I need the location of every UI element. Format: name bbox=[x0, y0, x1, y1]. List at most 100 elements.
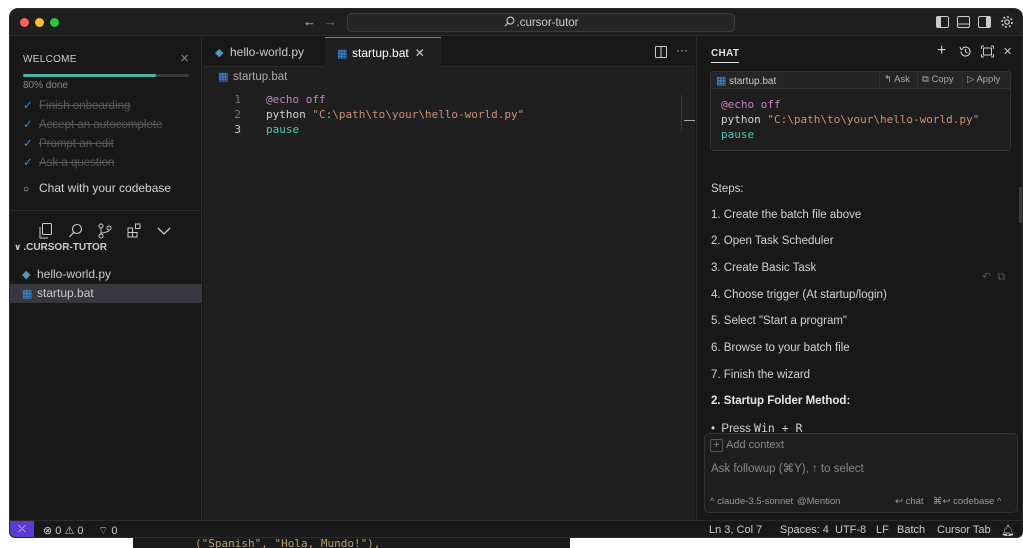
copy-icon: ⧉ bbox=[922, 74, 929, 85]
chat-panel-title: CHAT bbox=[711, 48, 740, 63]
code-line[interactable]: 2 python "C:\path\to\your\hello-world.py" bbox=[203, 107, 673, 122]
file-item-hello-world[interactable]: ◆ hello-world.py bbox=[10, 265, 202, 284]
error-icon: ⊗ bbox=[43, 525, 53, 537]
windows-file-icon: ▦ bbox=[716, 75, 727, 87]
windows-file-icon: ▦ bbox=[22, 288, 33, 300]
cursor-position[interactable]: Ln 3, Col 7 bbox=[709, 524, 762, 536]
problems-indicator[interactable]: ⊗ 0 ⚠ 0 bbox=[43, 524, 84, 537]
code-suggestion-block: ▦ startup.bat ↰ Ask ⧉ Copy ▷ Apply @echo … bbox=[710, 71, 1011, 151]
add-context-button[interactable]: + Add context bbox=[710, 439, 784, 452]
split-editor-icon[interactable] bbox=[655, 46, 667, 58]
steps-heading: Steps: bbox=[711, 183, 744, 195]
toggle-secondary-sidebar-icon[interactable] bbox=[978, 16, 991, 28]
explorer-files-icon[interactable] bbox=[39, 223, 53, 239]
ports-indicator[interactable]: ⌔ 0 bbox=[98, 524, 118, 537]
breadcrumb[interactable]: ▦ startup.bat bbox=[218, 70, 287, 83]
extensions-icon[interactable] bbox=[127, 223, 142, 238]
step-item: 6. Browse to your batch file bbox=[711, 342, 850, 354]
method-heading: 2. Startup Folder Method: bbox=[711, 395, 851, 407]
ide-window: ← → .cursor-tutor WELCOME ✕ 80% done ✓ Fi… bbox=[9, 8, 1023, 538]
code-token: @echo bbox=[721, 98, 755, 111]
line-ending-setting[interactable]: LF bbox=[876, 524, 889, 536]
code-token: "C:\path\to\your\hello-world.py" bbox=[312, 108, 525, 121]
copy-button[interactable]: ⧉ Copy bbox=[917, 72, 958, 88]
zoom-window-button[interactable] bbox=[50, 18, 59, 27]
background-code-peek: ("Spanish", "Hola, Mundo!"), bbox=[195, 537, 381, 548]
code-line[interactable]: 1 @echo off bbox=[203, 92, 673, 107]
code-block-header: ▦ startup.bat ↰ Ask ⧉ Copy ▷ Apply bbox=[711, 72, 1010, 89]
chevron-down-icon[interactable] bbox=[157, 227, 171, 236]
message-actions: ↶ ⧉ bbox=[982, 270, 1005, 284]
minimize-window-button[interactable] bbox=[35, 18, 44, 27]
close-icon[interactable]: ✕ bbox=[415, 46, 425, 60]
step-item: 4. Choose trigger (At startup/login) bbox=[711, 289, 887, 301]
tab-hello-world-py[interactable]: ◆ hello-world.py bbox=[203, 37, 325, 67]
explorer-root-folder[interactable]: ∨ .CURSOR-TUTOR bbox=[14, 242, 107, 253]
checklist-item-done[interactable]: ✓ Accept an autocomplete bbox=[23, 117, 162, 131]
checkmark-icon: ✓ bbox=[23, 100, 33, 112]
copy-icon[interactable]: ⧉ bbox=[997, 271, 1005, 283]
status-bar: ⤫ ⊗ 0 ⚠ 0 ⌔ 0 Ln 3, Col 7 Spaces: 4 UTF-… bbox=[10, 520, 1022, 537]
forward-arrow-icon[interactable]: → bbox=[324, 15, 337, 29]
submit-chat-button[interactable]: ↩ chat bbox=[895, 496, 924, 507]
maximize-icon[interactable] bbox=[981, 45, 994, 58]
model-selector[interactable]: ^ claude-3.5-sonnet bbox=[710, 496, 793, 507]
gear-icon[interactable] bbox=[1000, 15, 1014, 29]
step-item: 7. Finish the wizard bbox=[711, 369, 811, 381]
checklist-item-current[interactable]: ○ Chat with your codebase bbox=[23, 181, 171, 195]
checkmark-icon: ✓ bbox=[23, 119, 33, 131]
checklist-item-done[interactable]: ✓ Finish onboarding bbox=[23, 98, 130, 112]
command-enter-icon: ⌘↩ bbox=[933, 496, 954, 507]
mention-button[interactable]: @Mention bbox=[797, 496, 840, 507]
apply-button[interactable]: ▷ Apply bbox=[962, 72, 1004, 88]
language-mode[interactable]: Batch bbox=[897, 524, 925, 536]
encoding-setting[interactable]: UTF-8 bbox=[835, 524, 866, 536]
file-item-startup-bat[interactable]: ▦ startup.bat bbox=[10, 284, 202, 303]
ask-button[interactable]: ↰ Ask bbox=[879, 72, 914, 88]
tab-startup-bat[interactable]: ▦ startup.bat ✕ bbox=[325, 37, 441, 67]
source-control-icon[interactable] bbox=[98, 223, 112, 239]
broadcast-icon: ⌔ bbox=[98, 525, 109, 537]
sidebar-divider bbox=[10, 210, 202, 211]
codebase-submit-button[interactable]: ⌘↩ codebase ^ bbox=[933, 496, 1001, 507]
chat-input-box[interactable]: + Add context Ask followup (⌘Y), ↑ to sel… bbox=[704, 433, 1018, 513]
step-item: 5. Select "Start a program" bbox=[711, 315, 848, 327]
undo-icon[interactable]: ↶ bbox=[982, 271, 991, 283]
onboarding-progress-fill bbox=[23, 74, 156, 77]
checkmark-icon: ✓ bbox=[23, 157, 33, 169]
step-item: 1. Create the batch file above bbox=[711, 209, 862, 221]
close-icon[interactable]: ✕ bbox=[1003, 45, 1012, 58]
step-item: 2. Open Task Scheduler bbox=[711, 235, 834, 247]
close-window-button[interactable] bbox=[20, 18, 29, 27]
code-token: off bbox=[760, 98, 781, 111]
indentation-setting[interactable]: Spaces: 4 bbox=[780, 524, 829, 536]
welcome-panel-title: WELCOME bbox=[23, 54, 77, 65]
checklist-item-done[interactable]: ✓ Ask a question bbox=[23, 155, 114, 169]
code-token: pause bbox=[266, 123, 300, 136]
code-line[interactable]: 3 pause bbox=[203, 122, 673, 137]
warning-icon: ⚠ bbox=[64, 525, 75, 537]
editor-scrollbar[interactable] bbox=[681, 95, 682, 131]
toggle-sidebar-icon[interactable] bbox=[936, 16, 949, 28]
remote-indicator[interactable]: ⤫ bbox=[10, 521, 34, 537]
chat-scrollbar[interactable] bbox=[1019, 187, 1022, 223]
notifications-bell-icon[interactable]: 🔔︎ bbox=[1001, 524, 1015, 537]
command-search-box[interactable]: .cursor-tutor bbox=[347, 13, 735, 32]
followup-input[interactable]: Ask followup (⌘Y), ↑ to select bbox=[711, 461, 864, 475]
code-token: "C:\path\to\your\hello-world.py" bbox=[767, 113, 980, 126]
code-token: @echo bbox=[266, 93, 300, 106]
cursor-tab-toggle[interactable]: Cursor Tab bbox=[937, 524, 991, 536]
new-chat-icon[interactable]: + bbox=[937, 42, 946, 60]
code-block-line: @echo off bbox=[721, 97, 781, 112]
progress-label: 80% done bbox=[23, 80, 69, 91]
more-actions-icon[interactable]: ··· bbox=[676, 43, 688, 57]
search-icon[interactable] bbox=[68, 223, 83, 239]
close-icon[interactable]: ✕ bbox=[180, 52, 189, 65]
checklist-item-done[interactable]: ✓ Prompt an edit bbox=[23, 136, 114, 150]
back-arrow-icon[interactable]: ← bbox=[303, 15, 316, 29]
history-icon[interactable] bbox=[959, 45, 972, 58]
reply-icon: ↰ bbox=[884, 74, 892, 85]
toggle-panel-icon[interactable] bbox=[957, 16, 970, 28]
